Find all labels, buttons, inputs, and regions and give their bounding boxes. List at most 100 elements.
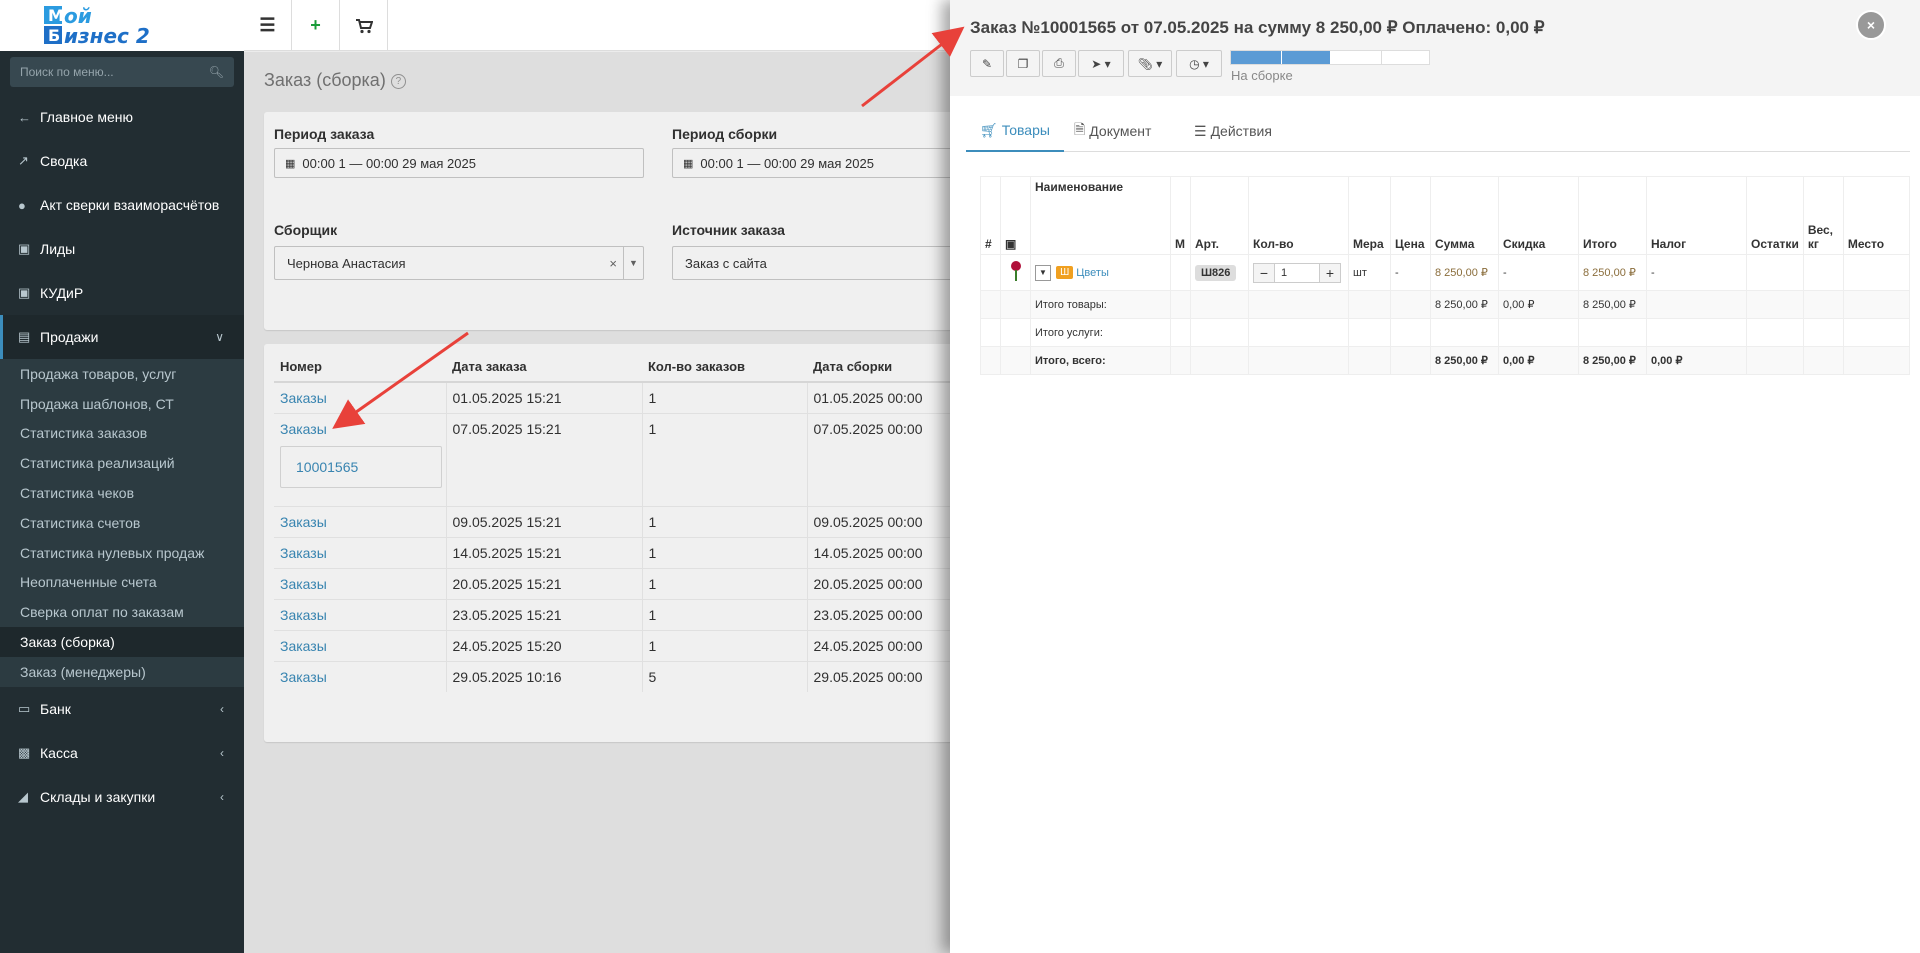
cube-icon: ◢ (18, 788, 28, 804)
tab-document[interactable]: 🗎︎ Документ (1060, 110, 1165, 152)
clear-icon[interactable]: × (609, 256, 617, 271)
totals-discount: 0,00 ₽ (1498, 290, 1579, 319)
submenu-item[interactable]: Статистика реализаций (0, 448, 244, 478)
col-sum: Сумма (1430, 176, 1499, 255)
sidebar-item-bank[interactable]: ▭ Банк ‹ (0, 687, 244, 731)
item-dropdown-button[interactable]: ▼ (1035, 264, 1051, 281)
item-name-link[interactable]: Цветы (1076, 266, 1109, 278)
credit-card-icon: ▭ (18, 700, 31, 716)
source-select[interactable]: Заказ с сайта (672, 246, 984, 280)
order-date: 09.05.2025 15:21 (446, 505, 643, 537)
order-date: 29.05.2025 10:16 (446, 660, 643, 692)
plus-icon[interactable]: + (292, 0, 340, 51)
item-sum: 8 250,00 ₽ (1430, 254, 1499, 291)
orders-link[interactable]: Заказы (280, 576, 327, 592)
table-row: Заказы 01.05.2025 15:21 1 01.05.2025 00:00 (274, 381, 984, 413)
logo-letter-m: М (48, 6, 64, 25)
edit-button[interactable]: ✎ (970, 50, 1004, 77)
copy-button[interactable]: ❐ (1006, 50, 1040, 77)
qty-decrease-button[interactable]: − (1254, 263, 1274, 282)
orders-link[interactable]: Заказы (280, 669, 327, 685)
logo[interactable]: М Б ой изнес 2 (0, 0, 244, 51)
search-icon[interactable]: 🔍︎ (209, 65, 224, 79)
sidebar-item-cash[interactable]: ▩ Касса ‹ (0, 731, 244, 775)
money-icon: ▩ (18, 744, 31, 760)
assembly-period-input[interactable]: ▦ 00:00 1 — 00:00 29 мая 2025 (672, 148, 984, 178)
cart-icon[interactable] (340, 0, 388, 51)
results-box: Номер Дата заказа Кол-во заказов Дата сб… (264, 344, 984, 742)
sidebar-item-summary[interactable]: ↗ Сводка (0, 139, 244, 183)
sidebar-item-reconciliation[interactable]: ● Акт сверки взаиморасчётов (0, 183, 244, 227)
sidebar-item-label: Акт сверки взаиморасчётов (40, 197, 220, 213)
totals-tax: 0,00 ₽ (1646, 346, 1747, 375)
chevron-down-icon[interactable]: ▼ (623, 247, 643, 279)
cart-icon: 🛒︎ (980, 121, 998, 138)
item-tax: - (1646, 254, 1747, 291)
sidebar-item-kudir[interactable]: ▣ КУДиР (0, 271, 244, 315)
close-panel-button[interactable]: × (1856, 10, 1886, 40)
menu-search-input[interactable]: Поиск по меню... 🔍︎ (10, 57, 234, 87)
submenu-item[interactable]: Продажа товаров, услуг (0, 359, 244, 389)
order-date: 01.05.2025 15:21 (446, 381, 643, 413)
order-number-link[interactable]: 10001565 (296, 459, 358, 475)
item-name-cell: ▼ Ш Цветы (1030, 254, 1171, 291)
print-button[interactable]: ⎙ (1042, 50, 1076, 77)
totals-total: 8 250,00 ₽ (1578, 290, 1647, 319)
clock-dropdown-button[interactable]: ◷ ▾ (1176, 50, 1222, 77)
submenu-item-current[interactable]: Заказ (сборка) (0, 627, 244, 657)
submenu-item[interactable]: Статистика нулевых продаж (0, 538, 244, 568)
list-icon: ☰ (1194, 122, 1207, 139)
table-header[interactable]: Кол-во заказов (642, 352, 807, 383)
sidebar-item-sales[interactable]: ▤ Продажи ∨ (0, 315, 244, 359)
orders-link[interactable]: Заказы (280, 514, 327, 530)
page-title: Заказ (сборка) ? (264, 70, 406, 91)
totals-total: 8 250,00 ₽ (1578, 346, 1647, 375)
orders-link[interactable]: Заказы (280, 421, 327, 437)
table-header[interactable]: Номер (274, 352, 446, 383)
submenu-item[interactable]: Статистика чеков (0, 478, 244, 508)
attach-dropdown-button[interactable]: 📎︎ ▾ (1128, 50, 1172, 77)
table-row: Заказы 14.05.2025 15:21 1 14.05.2025 00:00 (274, 536, 984, 568)
item-qty-cell: − 1 + (1248, 254, 1349, 291)
order-count: 1 (642, 536, 808, 568)
hamburger-menu-icon[interactable]: ☰ (244, 0, 292, 51)
order-period-input[interactable]: ▦ 00:00 1 — 00:00 29 мая 2025 (274, 148, 644, 178)
submenu-item[interactable]: Статистика счетов (0, 508, 244, 538)
orders-link[interactable]: Заказы (280, 390, 327, 406)
logo-graphic: М Б ой изнес 2 (44, 4, 150, 48)
qty-increase-button[interactable]: + (1320, 263, 1340, 282)
submenu-item[interactable]: Сверка оплат по заказам (0, 597, 244, 627)
col-name: Наименование (1030, 176, 1171, 255)
sidebar-item-main-menu[interactable]: ← Главное меню (0, 95, 244, 139)
totals-all-row: Итого, всего: 8 250,00 ₽ 0,00 ₽ 8 250,00… (980, 346, 1911, 375)
calendar-icon: ▦ (285, 157, 295, 170)
assembler-select[interactable]: Чернова Анастасия × ▼ (274, 246, 644, 280)
item-total: 8 250,00 ₽ (1578, 254, 1647, 291)
table-row: Заказы 24.05.2025 15:20 1 24.05.2025 00:00 (274, 629, 984, 661)
qty-input[interactable]: 1 (1274, 263, 1320, 282)
tab-goods[interactable]: 🛒︎ Товары (966, 110, 1064, 152)
menu-search-placeholder: Поиск по меню... (20, 65, 114, 79)
sidebar-item-label: Банк (40, 700, 71, 717)
submenu-item[interactable]: Неоплаченные счета (0, 568, 244, 598)
col-art: Арт. (1190, 176, 1249, 255)
totals-services-row: Итого услуги: (980, 318, 1911, 347)
order-count: 1 (642, 381, 808, 413)
submenu-item[interactable]: Заказ (менеджеры) (0, 657, 244, 687)
orders-link[interactable]: Заказы (280, 607, 327, 623)
assembler-label: Сборщик (274, 222, 338, 238)
sidebar-item-warehouses[interactable]: ◢ Склады и закупки ‹ (0, 775, 244, 819)
sidebar-item-leads[interactable]: ▣ Лиды (0, 227, 244, 271)
send-dropdown-button[interactable]: ➤ ▾ (1078, 50, 1124, 77)
submenu-item[interactable]: Статистика заказов (0, 419, 244, 449)
orders-link[interactable]: Заказы (280, 545, 327, 561)
help-icon[interactable]: ? (390, 74, 406, 89)
table-header[interactable]: Дата заказа (446, 352, 642, 383)
submenu-item[interactable]: Продажа шаблонов, СТ (0, 389, 244, 419)
orders-link[interactable]: Заказы (280, 638, 327, 654)
sidebar-item-label: Лиды (40, 241, 76, 257)
tab-actions[interactable]: ☰ Действия (1180, 110, 1286, 152)
sidebar-item-label: Продажи (40, 329, 99, 345)
item-image[interactable] (1000, 254, 1031, 291)
col-price: Цена (1390, 176, 1431, 255)
